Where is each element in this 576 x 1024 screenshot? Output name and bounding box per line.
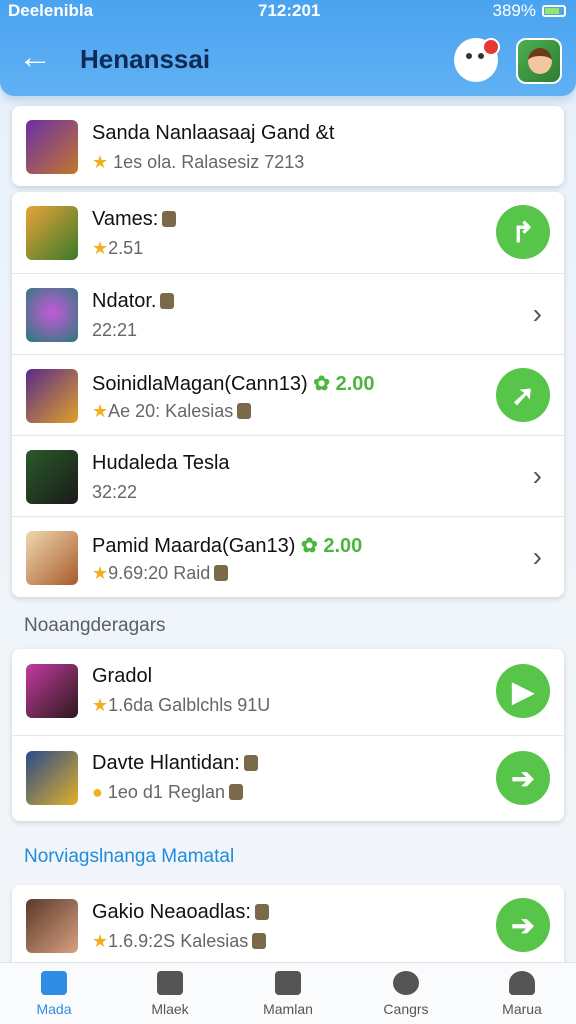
status-right: 389% (493, 1, 566, 21)
item-title: Ndator. (92, 290, 175, 313)
star-icon: ★ (92, 152, 109, 172)
star-icon: ★ (92, 931, 109, 951)
nav-home[interactable]: Mada (4, 971, 104, 1017)
arrow-icon: ➚ (511, 379, 535, 411)
play-button[interactable]: ▶ (496, 664, 550, 718)
game-thumbnail (26, 531, 78, 585)
score-tag: ✿ 2.00 (313, 373, 375, 395)
game-thumbnail (26, 664, 78, 718)
item-title: Vames: (92, 208, 177, 231)
item-subtitle: ★Ae 20: Kalesias (92, 401, 252, 422)
list-item[interactable]: Davte Hlantidan: ● 1eo d1 Reglan ➔ (12, 735, 564, 821)
list-item[interactable]: Pamid Maarda(Gan13) ✿ 2.00 ★9.69:20 Raid… (12, 516, 564, 596)
section-heading: Norviagslnanga Mamatal (24, 846, 235, 867)
featured-subtitle: ★ 1es ola. Ralasesiz 7213 (92, 152, 305, 172)
back-button[interactable]: ← (18, 40, 54, 74)
item-subtitle: ● 1eo d1 Reglan (92, 782, 243, 803)
nav-chat[interactable]: Cangrs (356, 971, 456, 1017)
nav-profile[interactable]: Marua (472, 971, 572, 1017)
home-icon (41, 971, 67, 995)
item-subtitle: ★2.51 (92, 238, 144, 258)
arrow-icon: ➔ (511, 762, 535, 794)
avatar[interactable] (516, 38, 562, 84)
arrow-right-icon: ➔ (511, 909, 535, 941)
bottom-nav: Mada Mlaek Mamlan Cangrs Marua (0, 962, 576, 1024)
item-subtitle: ★9.69:20 Raid (92, 563, 229, 584)
arrow-button[interactable]: ➔ (496, 751, 550, 805)
house-icon (162, 211, 177, 227)
chevron-right-icon[interactable]: › (533, 298, 542, 330)
item-title: Pamid Maarda(Gan13) ✿ 2.00 (92, 535, 363, 557)
item-subtitle: 22:21 (92, 320, 138, 340)
battery-percent: 389% (492, 1, 536, 20)
score-tag: ✿ 2.00 (301, 535, 363, 557)
item-title: Davte Hlantidan: (92, 752, 258, 775)
list-item[interactable]: Ndator. 22:21 › (12, 273, 564, 353)
featured-card[interactable]: Sanda Nanlaasaaj Gand &t ★ 1es ola. Rala… (12, 106, 564, 186)
game-thumbnail (26, 206, 78, 260)
arrow-left-icon: ← (18, 38, 52, 76)
star-icon: ★ (92, 401, 109, 421)
apps-icon (275, 971, 301, 995)
carrier-label: Deelenibla (8, 1, 94, 20)
lock-icon (229, 784, 243, 800)
game-thumbnail (26, 450, 78, 504)
list-item[interactable]: SoinidlaMagan(Cann13) ✿ 2.00 ★Ae 20: Kal… (12, 354, 564, 434)
lock-icon (214, 565, 229, 581)
box-icon (157, 971, 183, 995)
list-item[interactable]: Hudaleda Tesla 32:22 › (12, 435, 564, 515)
notification-bot-icon[interactable] (454, 38, 500, 82)
item-title: Gakio Neaoadlas: (92, 901, 269, 924)
clock: 712:201 (258, 1, 321, 20)
arrow-button[interactable]: ➚ (496, 368, 550, 422)
star-icon: ★ (92, 563, 109, 583)
header-bar: ← Henanssai (0, 24, 576, 94)
page-title: Henanssai (80, 44, 211, 74)
play-icon: ▶ (512, 675, 534, 707)
chat-icon (393, 971, 419, 995)
list-item[interactable]: Gradol ★1.6da Galblchls 91U ▶ (12, 649, 564, 734)
status-bar: Deelenibla 712:201 389% (0, 0, 576, 22)
game-thumbnail (26, 369, 78, 423)
game-list-card: Vames: ★2.51 ↱ Ndator. 22:21 › SoinidlaM… (12, 192, 564, 597)
arrow-button[interactable]: ↱ (496, 205, 550, 259)
trophy-icon (254, 904, 269, 920)
game-thumbnail (26, 120, 78, 174)
chevron-right-icon[interactable]: › (533, 541, 542, 573)
featured-title: Sanda Nanlaasaaj Gand &t (92, 122, 335, 144)
star-icon: ★ (92, 238, 109, 258)
item-title: Hudaleda Tesla (92, 452, 230, 474)
game-list-card: Gakio Neaoadlas: ★1.6.9:2S Kalesias ➔ (12, 885, 564, 963)
list-item[interactable]: Vames: ★2.51 ↱ (12, 192, 564, 272)
lock-icon (237, 403, 252, 419)
profile-icon (509, 971, 535, 995)
app-header: Deelenibla 712:201 389% ← Henanssai (0, 0, 576, 96)
chevron-right-icon[interactable]: › (533, 460, 542, 492)
game-thumbnail (26, 899, 78, 953)
nav-apps[interactable]: Mamlan (238, 971, 338, 1017)
item-subtitle: 32:22 (92, 482, 138, 502)
trophy-icon (160, 293, 175, 309)
star-icon: ★ (92, 695, 109, 715)
trophy-icon (243, 755, 258, 771)
item-title: Gradol (92, 665, 153, 687)
game-list-card: Gradol ★1.6da Galblchls 91U ▶ Davte Hlan… (12, 649, 564, 821)
list-item[interactable]: Gakio Neaoadlas: ★1.6.9:2S Kalesias ➔ (12, 885, 564, 963)
arrow-icon: ↱ (511, 216, 535, 248)
game-thumbnail (26, 288, 78, 342)
arrow-button[interactable]: ➔ (496, 898, 550, 952)
section-heading: Noaangderagars (24, 615, 166, 636)
item-title: SoinidlaMagan(Cann13) ✿ 2.00 (92, 373, 375, 395)
nav-box[interactable]: Mlaek (120, 971, 220, 1017)
featured-row[interactable]: Sanda Nanlaasaaj Gand &t ★ 1es ola. Rala… (12, 106, 564, 186)
coin-icon: ● (92, 782, 103, 802)
lock-icon (252, 933, 267, 949)
item-subtitle: ★1.6da Galblchls 91U (92, 695, 271, 715)
item-subtitle: ★1.6.9:2S Kalesias (92, 931, 267, 952)
game-thumbnail (26, 751, 78, 805)
battery-icon (542, 5, 566, 17)
